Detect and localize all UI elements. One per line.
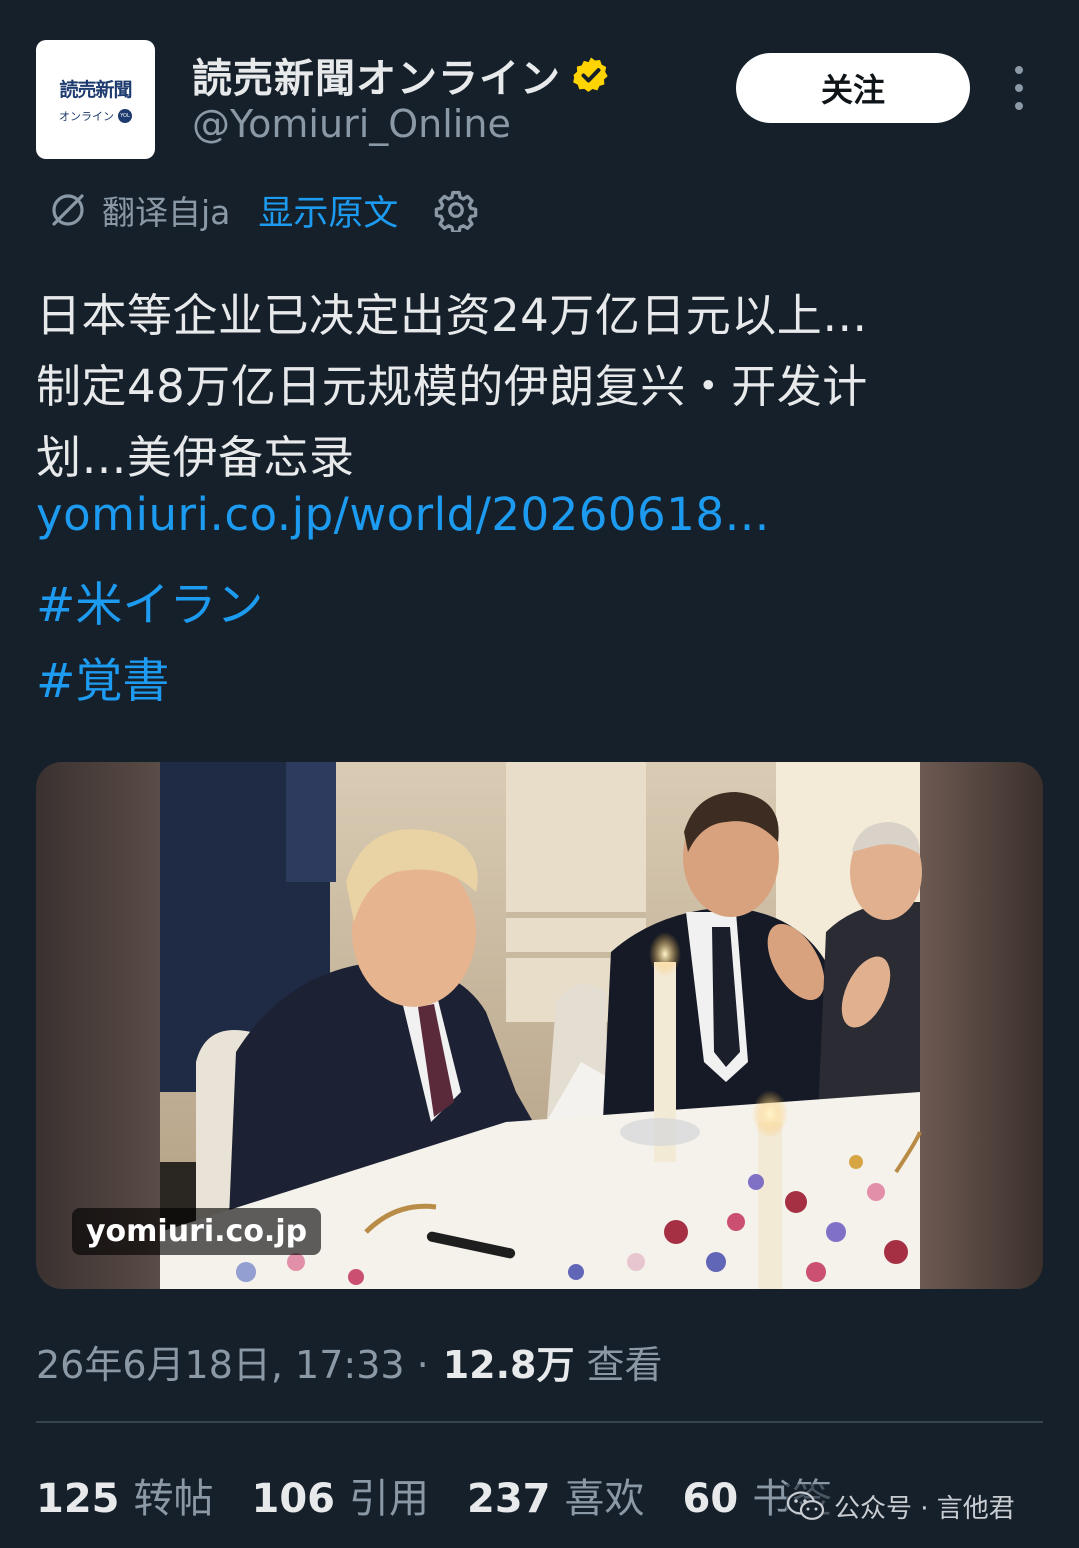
views-label: 查看 xyxy=(586,1343,663,1387)
more-dot xyxy=(1015,102,1023,110)
show-original-link[interactable]: 显示原文 xyxy=(258,185,398,236)
likes-label: 喜欢 xyxy=(564,1476,645,1522)
avatar-logo-subtitle: オンライン YOL xyxy=(59,108,132,124)
translation-bar: 翻译自ja 显示原文 xyxy=(48,186,478,234)
quotes-label: 引用 xyxy=(349,1476,429,1522)
more-dot xyxy=(1015,66,1023,74)
account-name-row: 読売新聞オンライン xyxy=(192,46,611,104)
follow-button[interactable]: 关注 xyxy=(736,53,970,123)
avatar-logo-subtitle-text: オンライン xyxy=(59,110,114,123)
media-source-label: yomiuri.co.jp xyxy=(72,1208,322,1255)
more-dot xyxy=(1015,84,1023,92)
tweet-text-line: 日本等企业已决定出资24万亿日元以上… xyxy=(36,289,868,342)
tweet-media-photo[interactable]: yomiuri.co.jp xyxy=(36,762,1043,1289)
bookmarks-count: 60 xyxy=(682,1476,739,1522)
engagement-stats: 125 转帖 106 引用 237 喜欢 60 书签 xyxy=(36,1466,870,1524)
tweet-meta: 26年6月18日, 17:33 · 12.8万 查看 xyxy=(36,1334,663,1389)
wechat-watermark: 公众号 · 言他君 xyxy=(786,1484,1019,1528)
retweets-label: 转帖 xyxy=(133,1476,214,1522)
account-handle[interactable]: @Yomiuri_Online xyxy=(192,102,511,146)
quotes-stat[interactable]: 106 引用 xyxy=(252,1466,430,1524)
quotes-count: 106 xyxy=(251,1476,336,1522)
avatar-logo-title: 読売新聞 xyxy=(59,79,132,101)
gear-icon[interactable] xyxy=(434,188,478,232)
retweets-stat[interactable]: 125 转帖 xyxy=(36,1466,214,1524)
hashtag-link[interactable]: #米イラン xyxy=(36,566,263,635)
likes-stat[interactable]: 237 喜欢 xyxy=(467,1466,645,1524)
avatar-logo-badge: YOL xyxy=(118,109,132,123)
hashtag-link[interactable]: #覚書 xyxy=(36,642,169,711)
tweet-text-line: 制定48万亿日元规模的伊朗复兴・开发计 xyxy=(36,360,868,413)
more-vertical-icon[interactable] xyxy=(1006,66,1032,110)
display-name[interactable]: 読売新聞オンライン xyxy=(192,46,561,104)
views-count: 12.8万 xyxy=(442,1343,575,1387)
article-link[interactable]: yomiuri.co.jp/world/20260618… xyxy=(36,488,770,541)
translated-from-label: 翻译自ja xyxy=(102,193,231,232)
retweets-count: 125 xyxy=(36,1476,120,1522)
tweet-text-line: 划…美伊备忘录 xyxy=(36,431,355,484)
wechat-icon xyxy=(786,1491,825,1520)
watermark-text: 公众号 · 言他君 xyxy=(834,1493,1015,1524)
divider xyxy=(36,1421,1043,1423)
tweet-timestamp[interactable]: 26年6月18日, 17:33 · xyxy=(36,1334,429,1389)
tweet-text: 日本等企业已决定出资24万亿日元以上… 制定48万亿日元规模的伊朗复兴・开发计 … xyxy=(36,280,1046,493)
likes-count: 237 xyxy=(467,1476,551,1522)
verified-badge-icon xyxy=(573,57,608,92)
translate-icon xyxy=(52,194,84,226)
account-avatar[interactable]: 読売新聞 オンライン YOL xyxy=(36,40,155,159)
